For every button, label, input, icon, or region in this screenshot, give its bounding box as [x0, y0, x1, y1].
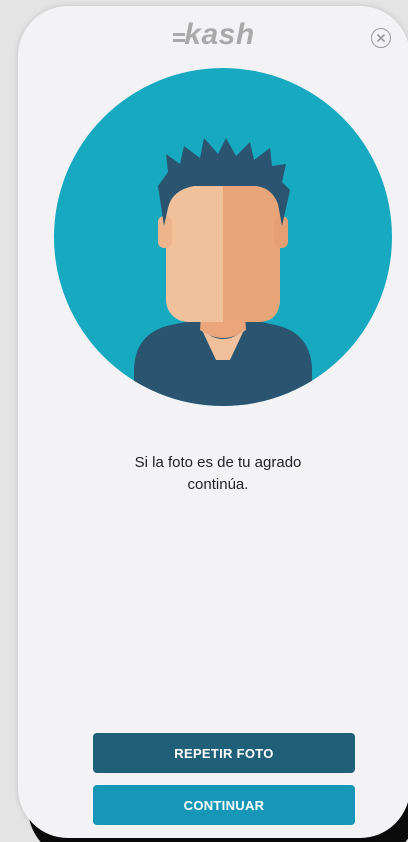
screen: kash Si la foto es de tu agrado continúa… — [0, 0, 408, 842]
logo-text: kash — [184, 18, 255, 51]
message-line-1: Si la foto es de tu agrado — [134, 454, 302, 471]
confirmation-message: Si la foto es de tu agrado continúa. — [98, 452, 338, 496]
repeat-photo-button[interactable]: REPETIR FOTO — [93, 733, 355, 773]
close-icon — [376, 33, 386, 43]
continue-button[interactable]: CONTINUAR — [93, 785, 355, 825]
close-button[interactable] — [371, 28, 391, 48]
app-screen: kash Si la foto es de tu agrado continúa… — [18, 6, 408, 838]
message-line-2: continúa. — [187, 476, 249, 493]
kash-logo: kash — [18, 18, 408, 52]
user-avatar-icon — [54, 68, 392, 406]
logo-speed-lines — [173, 26, 187, 46]
